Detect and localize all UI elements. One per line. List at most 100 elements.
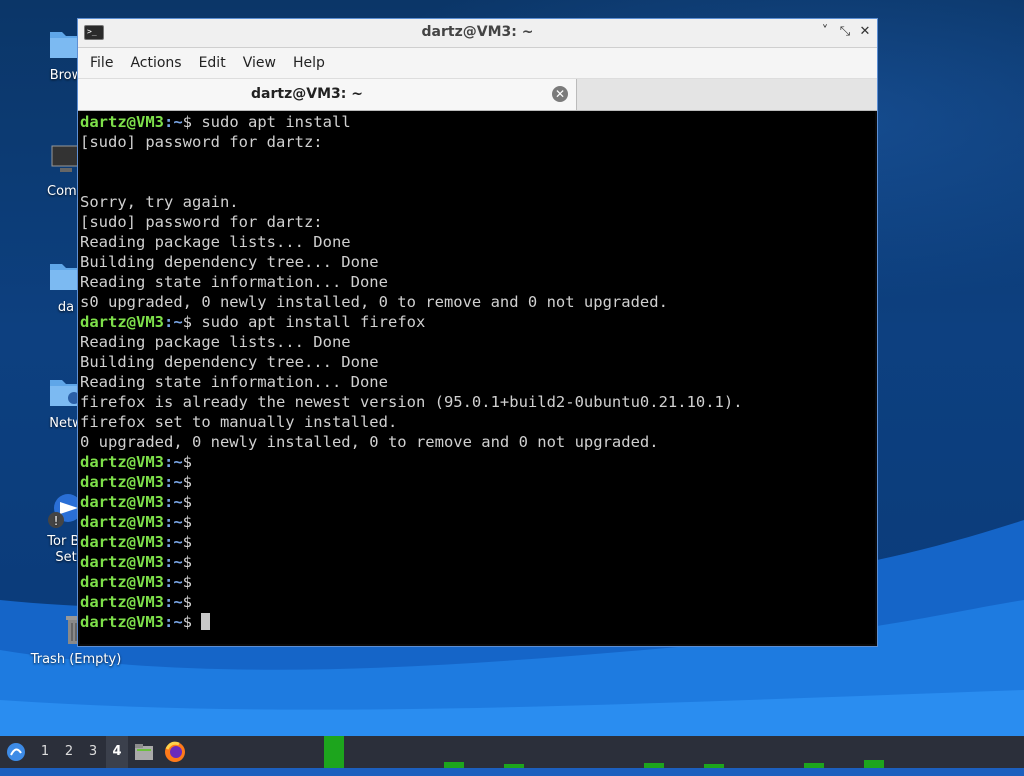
prompt-user: dartz@VM3 [80, 553, 164, 571]
terminal-output-line: firefox is already the newest version (9… [80, 392, 875, 412]
terminal-prompt-line: dartz@VM3:~$ [80, 612, 875, 632]
terminal-output-line: Reading package lists... Done [80, 232, 875, 252]
terminal-output-line: Reading package lists... Done [80, 332, 875, 352]
terminal-output-line: Building dependency tree... Done [80, 252, 875, 272]
cpu-bar [864, 760, 884, 768]
prompt-path: :~ [164, 453, 183, 471]
prompt-user: dartz@VM3 [80, 573, 164, 591]
prompt-path: :~ [164, 593, 183, 611]
terminal-prompt-line: dartz@VM3:~$ sudo apt install [80, 112, 875, 132]
file-manager-launcher[interactable] [132, 736, 156, 768]
cpu-bar [644, 763, 664, 768]
terminal-output-line: Sorry, try again. [80, 192, 875, 212]
svg-text:!: ! [54, 514, 59, 528]
prompt-path: :~ [164, 513, 183, 531]
prompt-symbol: $ [182, 113, 193, 131]
prompt-symbol: $ [182, 513, 193, 531]
prompt-user: dartz@VM3 [80, 473, 164, 491]
workspace-3[interactable]: 3 [82, 736, 104, 768]
terminal-output[interactable]: dartz@VM3:~$ sudo apt install [sudo] pass… [80, 111, 875, 644]
menu-edit[interactable]: Edit [191, 48, 234, 78]
prompt-path: :~ [164, 533, 183, 551]
tab-close-icon[interactable]: ✕ [552, 86, 568, 102]
command-text: sudo apt install [192, 113, 351, 131]
terminal-output-line: s0 upgraded, 0 newly installed, 0 to rem… [80, 292, 875, 312]
start-menu-button[interactable] [4, 736, 28, 768]
minimize-button[interactable]: ˅ [816, 23, 834, 41]
maximize-button[interactable]: ⤡ [836, 23, 854, 41]
prompt-symbol: $ [182, 493, 193, 511]
file-manager-icon [135, 744, 153, 760]
output-text: Building dependency tree... Done [80, 353, 379, 371]
workspace-2[interactable]: 2 [58, 736, 80, 768]
close-button[interactable]: ✕ [856, 23, 874, 41]
menu-bar: File Actions Edit View Help [78, 48, 877, 79]
prompt-path: :~ [164, 493, 183, 511]
terminal-output-line: Building dependency tree... Done [80, 352, 875, 372]
prompt-path: :~ [164, 473, 183, 491]
cpu-bar [324, 736, 344, 768]
prompt-symbol: $ [182, 593, 193, 611]
tab-terminal[interactable]: dartz@VM3: ~ ✕ [78, 79, 577, 110]
terminal-prompt-line: dartz@VM3:~$ sudo apt install firefox [80, 312, 875, 332]
prompt-symbol: $ [182, 613, 193, 631]
cpu-bar [444, 762, 464, 768]
menu-actions[interactable]: Actions [122, 48, 189, 78]
terminal-window[interactable]: >_ dartz@VM3: ~ ˅ ⤡ ✕ File Actions Edit … [77, 18, 878, 647]
terminal-prompt-line: dartz@VM3:~$ [80, 532, 875, 552]
command-text: sudo apt install firefox [192, 313, 426, 331]
prompt-path: :~ [164, 113, 183, 131]
prompt-user: dartz@VM3 [80, 313, 164, 331]
output-text: [sudo] password for dartz: [80, 133, 323, 151]
prompt-path: :~ [164, 553, 183, 571]
command-text [192, 613, 201, 631]
terminal-cursor [201, 613, 211, 630]
desktop-icon-label: Trash (Empty) [30, 652, 122, 667]
terminal-output-line: [sudo] password for dartz: [80, 132, 875, 152]
output-text: firefox is already the newest version (9… [80, 393, 743, 411]
prompt-user: dartz@VM3 [80, 613, 164, 631]
workspace-1[interactable]: 1 [34, 736, 56, 768]
terminal-prompt-line: dartz@VM3:~$ [80, 552, 875, 572]
tab-title: dartz@VM3: ~ [251, 86, 363, 102]
firefox-icon [165, 741, 185, 762]
prompt-path: :~ [164, 313, 183, 331]
prompt-symbol: $ [182, 313, 193, 331]
firefox-launcher[interactable] [162, 736, 188, 768]
cpu-bar [804, 763, 824, 768]
terminal-output-line: firefox set to manually installed. [80, 412, 875, 432]
prompt-symbol: $ [182, 473, 193, 491]
workspace-4[interactable]: 4 [106, 736, 128, 768]
terminal-output-line: 0 upgraded, 0 newly installed, 0 to remo… [80, 432, 875, 452]
prompt-symbol: $ [182, 453, 193, 471]
menu-help[interactable]: Help [285, 48, 333, 78]
output-text: Building dependency tree... Done [80, 253, 379, 271]
menu-view[interactable]: View [235, 48, 284, 78]
prompt-user: dartz@VM3 [80, 533, 164, 551]
terminal-prompt-line: dartz@VM3:~$ [80, 592, 875, 612]
output-text: Reading state information... Done [80, 273, 388, 291]
window-title: dartz@VM3: ~ [421, 24, 534, 40]
output-text: Reading package lists... Done [80, 233, 351, 251]
output-text: Reading state information... Done [80, 373, 388, 391]
output-text: Sorry, try again. [80, 193, 239, 211]
prompt-user: dartz@VM3 [80, 493, 164, 511]
output-text: Reading package lists... Done [80, 333, 351, 351]
window-titlebar[interactable]: >_ dartz@VM3: ~ ˅ ⤡ ✕ [78, 19, 877, 48]
prompt-symbol: $ [182, 573, 193, 591]
cpu-bar [704, 764, 724, 768]
prompt-path: :~ [164, 613, 183, 631]
output-text: firefox set to manually installed. [80, 413, 398, 431]
output-text: [sudo] password for dartz: [80, 213, 323, 231]
tab-bar: dartz@VM3: ~ ✕ [78, 79, 877, 111]
terminal-output-line: Reading state information... Done [80, 372, 875, 392]
menu-file[interactable]: File [82, 48, 121, 78]
prompt-path: :~ [164, 573, 183, 591]
output-text: 0 upgraded, 0 newly installed, 0 to remo… [80, 433, 659, 451]
prompt-symbol: $ [182, 553, 193, 571]
lubuntu-start-icon [7, 743, 25, 761]
prompt-symbol: $ [182, 533, 193, 551]
terminal-prompt-line: dartz@VM3:~$ [80, 512, 875, 532]
terminal-prompt-line: dartz@VM3:~$ [80, 572, 875, 592]
